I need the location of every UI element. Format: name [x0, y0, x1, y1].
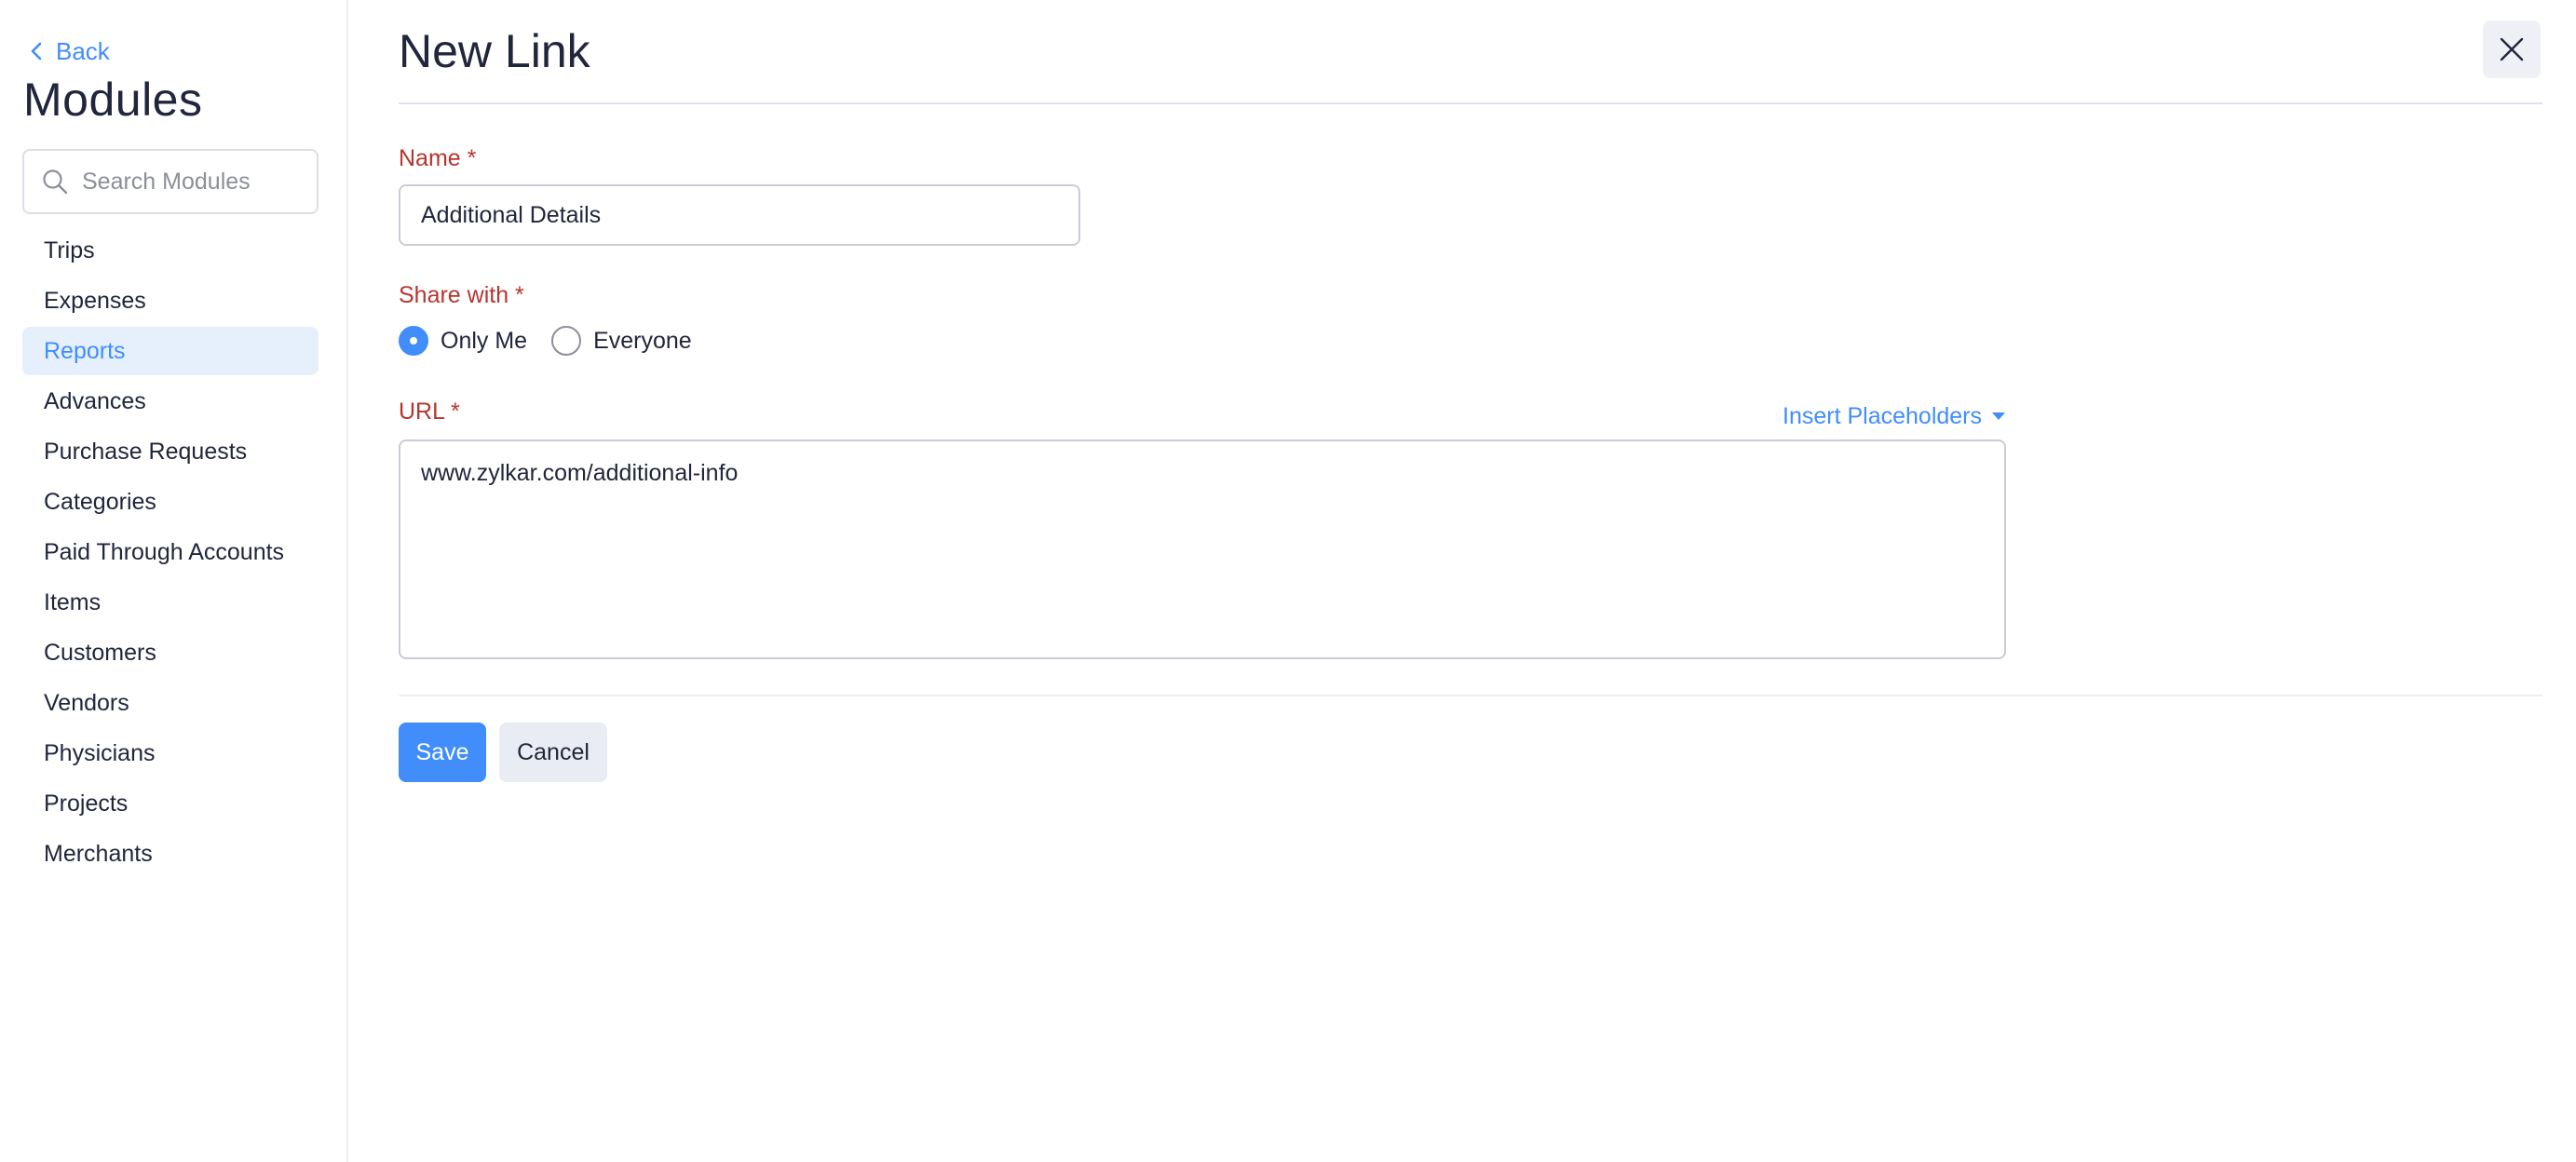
close-button[interactable]	[2483, 20, 2541, 78]
sidebar-title: Modules	[23, 74, 203, 126]
only-me-label: Only Me	[441, 327, 528, 354]
search-icon	[43, 169, 68, 195]
url-textarea[interactable]: www.zylkar.com/additional-info	[399, 439, 2006, 659]
sidebar-item-advances[interactable]: Advances	[22, 377, 319, 426]
close-icon	[2500, 37, 2524, 61]
sidebar-item-items[interactable]: Items	[22, 578, 319, 627]
everyone-label: Everyone	[593, 327, 692, 354]
everyone-radio[interactable]	[551, 326, 582, 356]
share-with-radio-group: Only Me Everyone	[399, 320, 716, 361]
caret-down-icon	[1992, 412, 2006, 420]
sidebar-item-trips[interactable]: Trips	[22, 226, 319, 275]
name-input[interactable]	[399, 184, 1080, 246]
new-link-form-panel: New Link Name * Share with * Only Me Eve…	[350, 0, 2576, 1162]
sidebar-item-projects[interactable]: Projects	[22, 779, 319, 828]
chevron-left-icon	[31, 42, 42, 61]
only-me-radio[interactable]	[399, 326, 428, 356]
sidebar-item-physicians[interactable]: Physicians	[22, 729, 319, 777]
modules-nav: Trips Expenses Reports Advances Purchase…	[22, 226, 319, 880]
url-label: URL *	[399, 399, 460, 425]
sidebar-item-categories[interactable]: Categories	[22, 478, 319, 526]
sidebar-item-customers[interactable]: Customers	[22, 628, 319, 677]
cancel-button[interactable]: Cancel	[499, 723, 607, 782]
title-divider	[399, 102, 2542, 104]
sidebar-item-merchants[interactable]: Merchants	[22, 830, 319, 878]
sidebar-item-reports[interactable]: Reports	[22, 327, 319, 375]
back-label: Back	[56, 36, 110, 65]
insert-placeholders-dropdown[interactable]: Insert Placeholders	[1783, 400, 2006, 432]
modules-sidebar: Back Modules Trips Expenses Reports Adva…	[0, 0, 348, 1162]
insert-placeholders-label: Insert Placeholders	[1783, 402, 1983, 429]
form-divider	[399, 695, 2542, 696]
share-option-everyone[interactable]: Everyone	[551, 326, 692, 356]
share-option-only-me[interactable]: Only Me	[399, 326, 527, 356]
search-box	[22, 149, 319, 214]
sidebar-item-purchase-requests[interactable]: Purchase Requests	[22, 427, 319, 476]
search-modules-input[interactable]	[82, 168, 305, 196]
save-button[interactable]: Save	[399, 723, 486, 782]
sidebar-item-vendors[interactable]: Vendors	[22, 679, 319, 727]
sidebar-item-expenses[interactable]: Expenses	[22, 277, 319, 325]
sidebar-item-paid-through-accounts[interactable]: Paid Through Accounts	[22, 528, 319, 576]
back-link[interactable]: Back	[28, 35, 110, 67]
name-label: Name *	[399, 145, 477, 171]
page-title: New Link	[399, 25, 590, 77]
app-root: Back Modules Trips Expenses Reports Adva…	[0, 0, 2576, 1162]
share-with-label: Share with *	[399, 282, 524, 308]
